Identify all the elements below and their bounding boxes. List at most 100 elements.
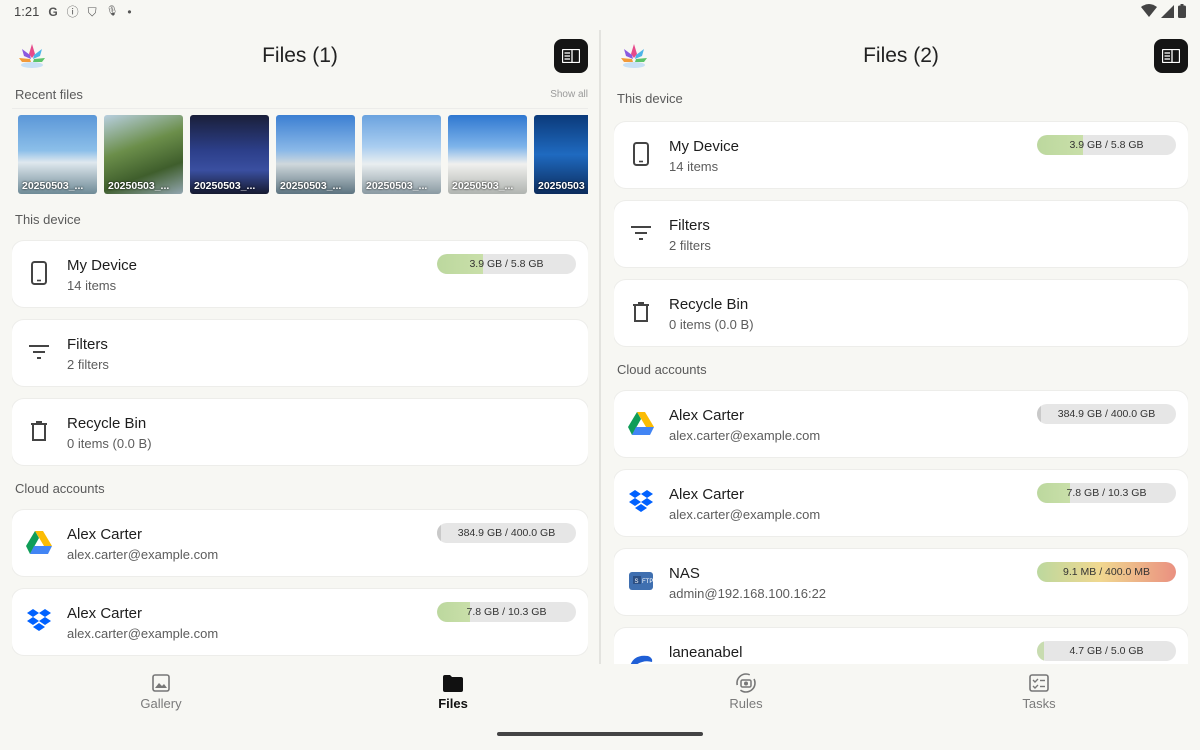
split-view-icon — [1162, 49, 1180, 63]
card-title: Filters — [669, 217, 710, 234]
card-title: Recycle Bin — [669, 296, 749, 313]
signal-icon — [1161, 4, 1174, 18]
phone-icon — [628, 141, 654, 167]
cloud-accounts-header: Cloud accounts — [15, 481, 105, 496]
card-subtitle: admin@192.168.100.16:22 — [669, 586, 827, 601]
recent-file-thumbnail[interactable]: 20250503_... — [448, 115, 527, 194]
this-device-header: This device — [617, 91, 683, 106]
storage-usage-bar: 7.8 GB / 10.3 GB — [1037, 483, 1176, 503]
card-subtitle: 2 filters — [669, 238, 711, 253]
recycle-bin-card[interactable]: Recycle Bin 0 items (0.0 B) — [12, 399, 588, 465]
nav-files[interactable]: Files — [393, 672, 513, 711]
svg-text:S: S — [635, 579, 639, 585]
nav-label: Tasks — [1022, 696, 1056, 711]
google-drive-account-card[interactable]: Alex Carter alex.carter@example.com 384.… — [614, 391, 1188, 457]
thumbnail-caption: 20250503 — [538, 180, 585, 192]
recent-files-strip[interactable]: 20250503_... 20250503_... 20250503_... 2… — [12, 108, 588, 194]
info-icon: ⓘ — [66, 4, 79, 19]
storage-usage-bar: 384.9 GB / 400.0 GB — [1037, 404, 1176, 424]
nav-label: Files — [438, 696, 468, 711]
shield-icon: ⛉ — [87, 4, 97, 19]
split-view-icon — [562, 49, 580, 63]
recycle-bin-card[interactable]: Recycle Bin 0 items (0.0 B) — [614, 280, 1188, 346]
pane-divider[interactable] — [599, 30, 601, 664]
thumbnail-caption: 20250503_... — [452, 180, 514, 192]
dual-pane-toggle-button[interactable] — [554, 39, 588, 73]
mic-icon: 🎙 — [105, 5, 119, 17]
folder-icon — [393, 672, 513, 694]
card-subtitle: 14 items — [669, 159, 719, 174]
nav-gallery[interactable]: Gallery — [101, 672, 221, 711]
card-subtitle: alex.carter@example.com — [669, 507, 821, 522]
card-title: Alex Carter — [669, 407, 745, 424]
google-drive-icon — [26, 529, 52, 555]
my-device-card[interactable]: My Device 14 items 3.9 GB / 5.8 GB — [12, 241, 588, 307]
card-subtitle: 0 items (0.0 B) — [67, 436, 152, 451]
storage-text: 3.9 GB / 5.8 GB — [469, 258, 544, 270]
task-list-icon — [979, 672, 1099, 694]
recent-file-thumbnail[interactable]: 20250503_... — [362, 115, 441, 194]
recent-file-thumbnail[interactable]: 20250503_... — [104, 115, 183, 194]
google-drive-account-card[interactable]: Alex Carter alex.carter@example.com 384.… — [12, 510, 588, 576]
storage-text: 7.8 GB / 10.3 GB — [466, 606, 547, 618]
section-title: Recent files — [15, 87, 83, 102]
google-drive-icon — [628, 410, 654, 436]
my-device-card[interactable]: My Device 14 items 3.9 GB / 5.8 GB — [614, 122, 1188, 188]
storage-text: 384.9 GB / 400.0 GB — [1057, 408, 1156, 420]
filter-icon — [26, 339, 52, 365]
card-title: My Device — [669, 138, 740, 155]
wifi-icon — [1141, 4, 1157, 17]
dot-icon: • — [127, 4, 132, 19]
recent-file-thumbnail[interactable]: 20250503_... — [18, 115, 97, 194]
card-title: My Device — [67, 257, 138, 274]
battery-icon — [1178, 4, 1186, 18]
storage-text: 7.8 GB / 10.3 GB — [1066, 487, 1147, 499]
cloud-account-icon — [628, 647, 654, 664]
thumbnail-caption: 20250503_... — [194, 180, 256, 192]
storage-usage-bar: 3.9 GB / 5.8 GB — [1037, 135, 1176, 155]
trash-icon — [628, 299, 654, 325]
card-title: Alex Carter — [669, 486, 745, 503]
recent-files-header: Recent files Show all — [12, 84, 588, 106]
nav-label: Gallery — [140, 696, 182, 711]
onedrive-account-card[interactable]: laneanabel laneanabel 4.7 GB / 5.0 GB — [614, 628, 1188, 664]
storage-text: 3.9 GB / 5.8 GB — [1069, 139, 1144, 151]
storage-usage-bar: 384.9 GB / 400.0 GB — [437, 523, 576, 543]
pane-header: Files (2) — [614, 28, 1188, 84]
thumbnail-caption: 20250503_... — [22, 180, 84, 192]
gesture-home-indicator[interactable] — [497, 732, 703, 736]
card-title: Alex Carter — [67, 526, 143, 543]
card-subtitle: 14 items — [67, 278, 117, 293]
card-title: Alex Carter — [67, 605, 143, 622]
page-title: Files (1) — [262, 44, 338, 67]
status-bar: 1:21 G ⓘ ⛉ 🎙 • — [0, 0, 1200, 24]
storage-text: 384.9 GB / 400.0 GB — [457, 527, 556, 539]
svg-text:FTP: FTP — [642, 579, 653, 585]
dropbox-account-card[interactable]: Alex Carter alex.carter@example.com 7.8 … — [12, 589, 588, 655]
nas-account-card[interactable]: S FTP NAS admin@192.168.100.16:22 9.1 MB … — [614, 549, 1188, 615]
nav-rules[interactable]: Rules — [686, 672, 806, 711]
show-all-link[interactable]: Show all — [550, 84, 588, 106]
files-pane-1: Files (1) Recent files Show all 20250503… — [12, 28, 588, 664]
storage-usage-bar: 9.1 MB / 400.0 MB — [1037, 562, 1176, 582]
filters-card[interactable]: Filters 2 filters — [12, 320, 588, 386]
filters-card[interactable]: Filters 2 filters — [614, 201, 1188, 267]
nav-tasks[interactable]: Tasks — [979, 672, 1099, 711]
clock: 1:21 — [14, 4, 40, 19]
dropbox-icon — [628, 489, 654, 515]
this-device-header: This device — [15, 212, 81, 227]
pane-header: Files (1) — [12, 28, 588, 84]
cloud-accounts-header: Cloud accounts — [617, 362, 707, 377]
card-title: Recycle Bin — [67, 415, 147, 432]
recent-file-thumbnail[interactable]: 20250503_... — [190, 115, 269, 194]
card-title: NAS — [669, 565, 700, 582]
dual-pane-toggle-button[interactable] — [1154, 39, 1188, 73]
recent-file-thumbnail[interactable]: 20250503_... — [276, 115, 355, 194]
thumbnail-caption: 20250503_... — [366, 180, 428, 192]
storage-usage-bar: 3.9 GB / 5.8 GB — [437, 254, 576, 274]
page-title: Files (2) — [863, 44, 939, 67]
recent-file-thumbnail[interactable]: 20250503 — [534, 115, 588, 194]
dropbox-account-card[interactable]: Alex Carter alex.carter@example.com 7.8 … — [614, 470, 1188, 536]
card-subtitle: 0 items (0.0 B) — [669, 317, 754, 332]
card-subtitle: alex.carter@example.com — [669, 428, 821, 443]
